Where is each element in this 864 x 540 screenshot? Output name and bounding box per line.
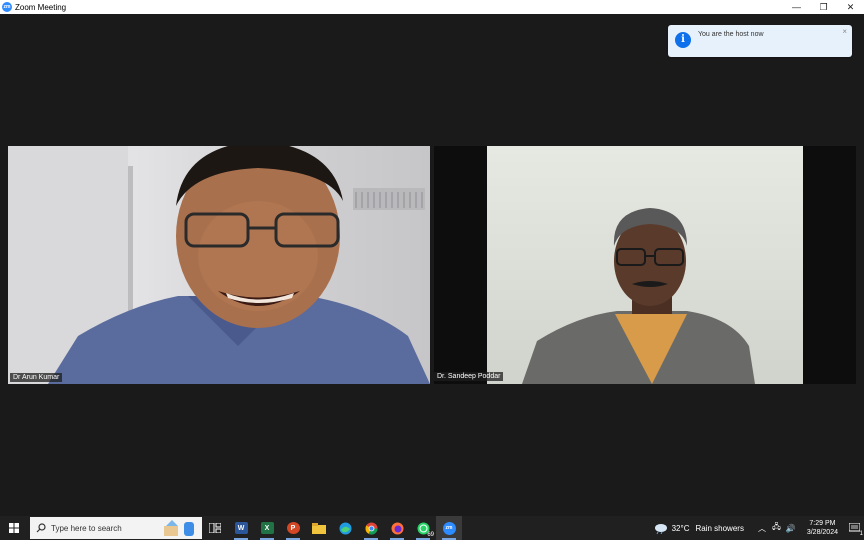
clock-date: 3/28/2024 <box>806 529 838 536</box>
edge-app-button[interactable] <box>332 516 358 540</box>
folder-icon <box>312 522 326 534</box>
firefox-icon <box>391 522 403 534</box>
chrome-app-button[interactable] <box>358 516 384 540</box>
search-placeholder: Type here to search <box>51 523 122 533</box>
notification-text: You are the host now <box>698 31 764 38</box>
notification-center-button[interactable]: 1 <box>844 516 864 540</box>
window-controls: — ❐ ✕ <box>783 0 864 14</box>
excel-icon: X <box>260 522 274 534</box>
system-tray: 32°C Rain showers ︿ 🖧 🔊 7:29 PM 3/28/202… <box>654 516 864 540</box>
notification-close-button[interactable]: × <box>842 27 847 36</box>
notification-icon <box>848 523 860 532</box>
participant-video-tile[interactable]: Dr Arun Kumar <box>8 146 430 384</box>
weather-cloud-icon[interactable] <box>654 523 668 534</box>
chrome-icon <box>365 522 377 535</box>
clock-time: 7:29 PM <box>809 520 836 527</box>
weather-temp[interactable]: 32°C <box>672 524 690 533</box>
edge-icon <box>339 522 351 534</box>
zoom-logo-icon: zm <box>2 2 12 12</box>
notification-count-badge: 1 <box>859 531 863 537</box>
task-view-button[interactable] <box>202 516 228 540</box>
clock[interactable]: 7:29 PM 3/28/2024 <box>807 519 838 537</box>
info-icon: i <box>675 32 691 48</box>
participant-video-feed <box>8 146 430 384</box>
zoom-app-button[interactable]: zm <box>436 516 462 540</box>
firefox-app-button[interactable] <box>384 516 410 540</box>
window-title: Zoom Meeting <box>15 2 67 12</box>
start-button[interactable] <box>0 516 28 540</box>
powerpoint-icon: P <box>286 522 300 534</box>
search-icon <box>36 523 46 533</box>
word-app-button[interactable]: W <box>228 516 254 540</box>
windows-icon <box>9 523 19 533</box>
excel-app-button[interactable]: X <box>254 516 280 540</box>
chevron-up-icon[interactable]: ︿ <box>758 523 766 534</box>
host-notification: i You are the host now × <box>668 25 852 57</box>
whatsapp-app-button[interactable]: 69 <box>410 516 436 540</box>
title-bar: zm Zoom Meeting — ❐ ✕ <box>0 0 864 14</box>
network-icon[interactable]: 🖧 <box>772 521 781 535</box>
search-highlight-icon <box>164 520 194 536</box>
file-explorer-button[interactable] <box>306 516 332 540</box>
task-view-icon <box>209 523 221 533</box>
taskbar-search[interactable]: Type here to search <box>30 517 202 539</box>
participant-video-tile[interactable] <box>487 146 803 384</box>
whatsapp-badge: 69 <box>427 532 434 538</box>
word-icon: W <box>234 522 248 534</box>
volume-icon[interactable]: 🔊 <box>786 524 796 533</box>
powerpoint-app-button[interactable]: P <box>280 516 306 540</box>
participant-name-label: Dr. Sandeep Poddar <box>434 372 504 381</box>
taskbar: Type here to search W X P 69 zm 32°C Rai… <box>0 516 864 540</box>
weather-desc[interactable]: Rain showers <box>695 524 743 533</box>
restore-button[interactable]: ❐ <box>810 0 837 14</box>
close-button[interactable]: ✕ <box>837 0 864 14</box>
participant-video-feed <box>522 208 755 384</box>
minimize-button[interactable]: — <box>783 0 810 14</box>
zoom-icon: zm <box>442 521 456 535</box>
participant-name-label: Dr Arun Kumar <box>10 373 63 382</box>
